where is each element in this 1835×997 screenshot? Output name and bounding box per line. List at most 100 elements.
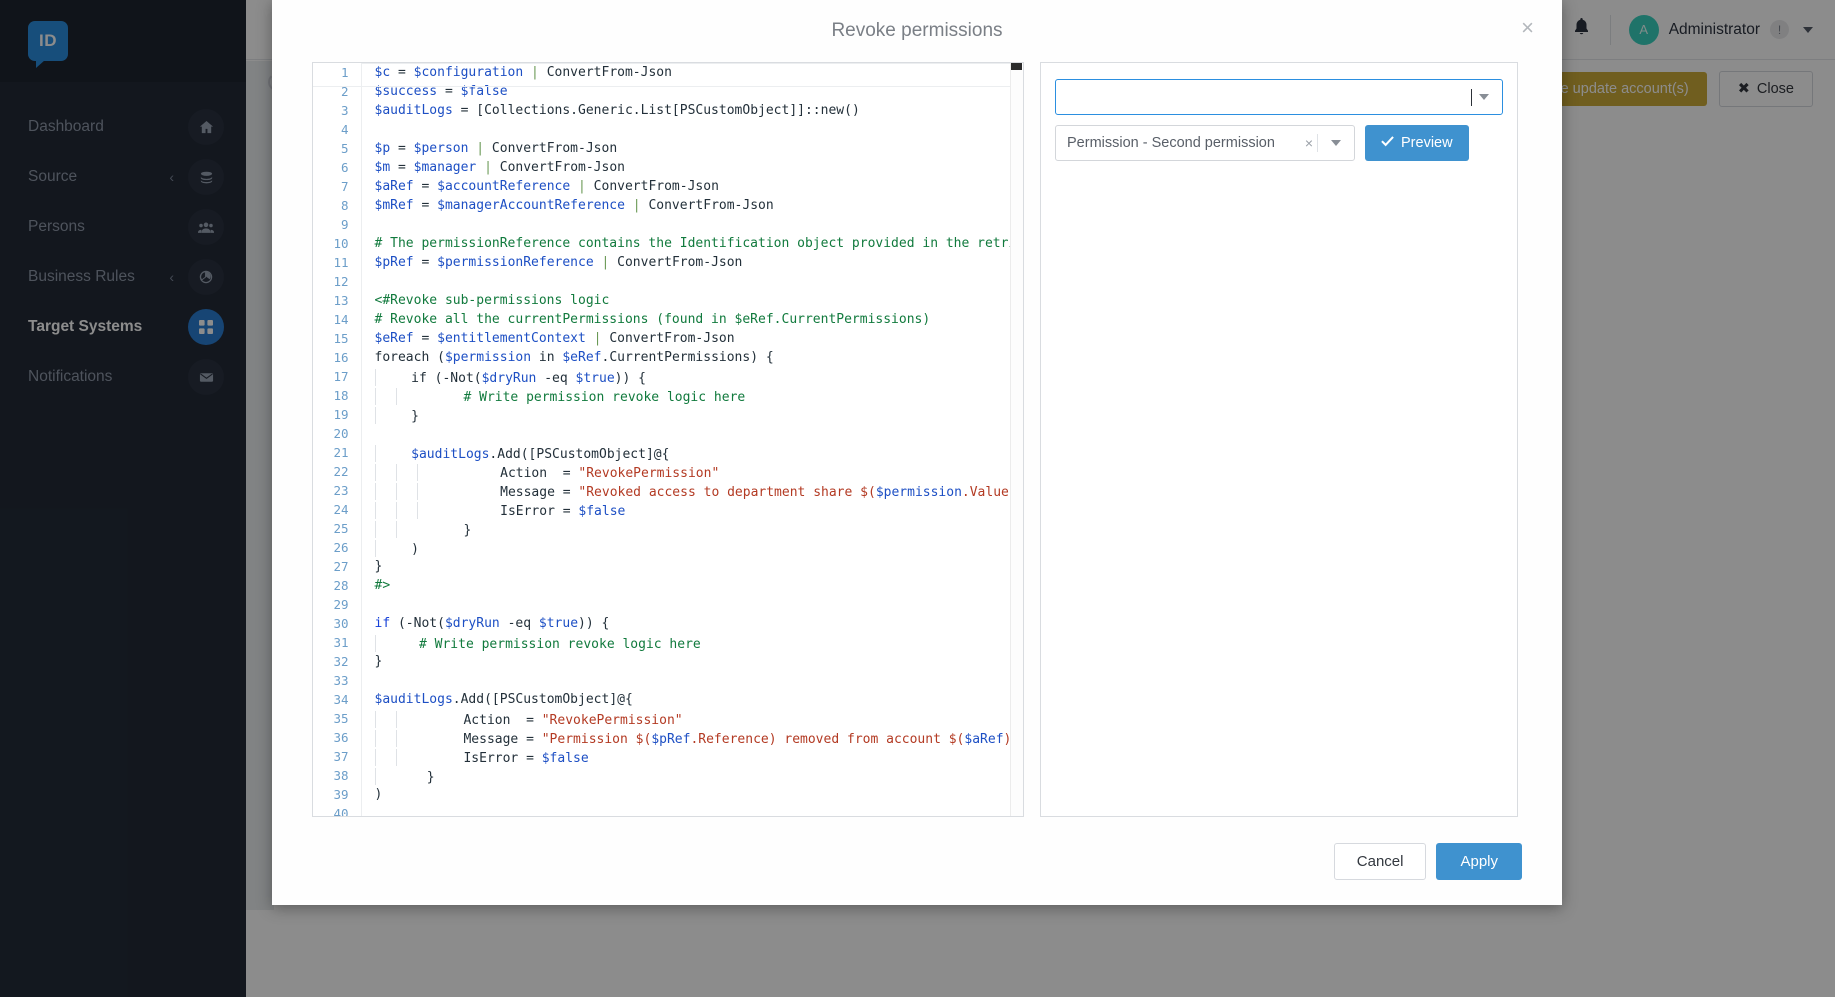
code-text[interactable]: if (-Not($dryRun -eq $true)) { xyxy=(360,614,1023,634)
code-token: $permissionReference xyxy=(437,254,594,270)
line-number: 20 xyxy=(313,424,361,444)
indent-guide xyxy=(374,482,397,500)
editor-scrollbar-thumb[interactable] xyxy=(1011,63,1022,70)
code-text[interactable] xyxy=(360,671,1023,691)
code-text[interactable] xyxy=(360,595,1023,615)
code-text[interactable] xyxy=(360,272,1023,292)
code-text[interactable]: # Write permission revoke logic here xyxy=(360,633,1023,653)
code-text[interactable]: $mRef = $managerAccountReference | Conve… xyxy=(360,196,1023,216)
line-number: 29 xyxy=(313,595,361,615)
code-token: Message = xyxy=(437,484,579,500)
code-text[interactable]: <#Revoke sub-permissions logic xyxy=(360,291,1023,311)
code-text[interactable]: ) xyxy=(360,785,1023,805)
modal-footer: Cancel Apply xyxy=(272,817,1562,905)
code-text[interactable]: # Write permission revoke logic here xyxy=(360,386,1023,406)
search-select[interactable] xyxy=(1055,79,1503,115)
clear-icon[interactable]: × xyxy=(1305,135,1313,151)
code-token: if (-Not( xyxy=(395,370,482,386)
code-text[interactable]: $c = $configuration | ConvertFrom-Json xyxy=(360,63,1023,83)
code-line: 39) xyxy=(313,785,1023,805)
code-line: 11 $pRef = $permissionReference | Convert… xyxy=(313,253,1023,273)
code-text[interactable]: Action = "RevokePermission" xyxy=(360,709,1023,729)
code-line: 29 xyxy=(313,595,1023,615)
code-token: $accountReference xyxy=(437,178,571,194)
code-text[interactable]: # The permissionReference contains the I… xyxy=(360,234,1023,254)
code-text[interactable]: $m = $manager | ConvertFrom-Json xyxy=(360,158,1023,178)
code-text[interactable]: ) xyxy=(360,538,1023,558)
permission-selection-panel: Permission - Second permission × Preview xyxy=(1040,62,1518,817)
code-line: 24 IsError = $false xyxy=(313,500,1023,520)
close-icon[interactable]: × xyxy=(1515,16,1540,40)
code-text[interactable]: $aRef = $accountReference | ConvertFrom-… xyxy=(360,177,1023,197)
indent-guide xyxy=(395,463,418,481)
code-text[interactable]: # Revoke all the currentPermissions (fou… xyxy=(360,310,1023,330)
code-token: $false xyxy=(578,503,626,519)
code-text[interactable]: } xyxy=(360,766,1023,786)
powershell-code-editor[interactable]: 1 $c = $configuration | ConvertFrom-Json 2… xyxy=(312,62,1024,817)
code-text[interactable]: if (-Not($dryRun -eq $true)) { xyxy=(360,367,1023,387)
editor-vertical-scrollbar[interactable] xyxy=(1010,63,1023,816)
code-token: $managerAccountReference xyxy=(437,197,625,213)
code-line: 33 xyxy=(313,671,1023,691)
code-text[interactable]: } xyxy=(360,557,1023,577)
code-text[interactable]: } xyxy=(360,652,1023,672)
code-text[interactable]: IsError = $false xyxy=(360,500,1023,520)
indent-guide xyxy=(416,482,439,500)
code-line: 15 $eRef = $entitlementContext | ConvertF… xyxy=(313,329,1023,349)
code-text[interactable]: Message = "Revoked access to department … xyxy=(360,481,1023,501)
preview-button[interactable]: Preview xyxy=(1365,125,1469,161)
code-text[interactable]: } xyxy=(360,519,1023,539)
code-token: $false xyxy=(541,750,589,766)
code-text[interactable]: Action = "RevokePermission" xyxy=(360,462,1023,482)
indent-guide xyxy=(374,463,397,481)
code-text[interactable] xyxy=(360,424,1023,444)
code-line: 30 if (-Not($dryRun -eq $true)) { xyxy=(313,614,1023,634)
revoke-permissions-modal: Revoke permissions × 1 $c = $configuratio… xyxy=(272,0,1562,905)
code-line: 38 } xyxy=(313,766,1023,786)
code-text[interactable] xyxy=(360,215,1023,235)
code-token: $pRef xyxy=(374,254,414,270)
code-token: $aRef xyxy=(964,731,1004,747)
code-text[interactable]: $auditLogs = [Collections.Generic.List[P… xyxy=(360,101,1023,121)
code-text[interactable]: #> xyxy=(360,576,1023,596)
code-token: | xyxy=(578,178,586,194)
code-token: in xyxy=(531,349,563,365)
line-number: 1 xyxy=(313,63,361,83)
cancel-button[interactable]: Cancel xyxy=(1333,842,1427,880)
editor-active-line-border xyxy=(313,86,1011,87)
code-text[interactable] xyxy=(360,804,1023,816)
code-token: $dryRun xyxy=(481,370,537,386)
code-line: 20 xyxy=(313,424,1023,444)
code-line: 9 xyxy=(313,215,1023,235)
code-text[interactable]: $eRef = $entitlementContext | ConvertFro… xyxy=(360,329,1023,349)
code-text[interactable]: IsError = $false xyxy=(360,747,1023,767)
code-line: 34 $auditLogs.Add([PSCustomObject]@{ xyxy=(313,690,1023,710)
code-line: 19 } xyxy=(313,405,1023,425)
code-text[interactable]: foreach ($permission in $eRef.CurrentPer… xyxy=(360,348,1023,368)
code-token: ConvertFrom-Json xyxy=(601,330,735,346)
line-number: 17 xyxy=(313,367,361,387)
code-text[interactable]: $auditLogs.Add([PSCustomObject]@{ xyxy=(360,443,1023,463)
code-text[interactable]: Message = "Permission $($pRef.Reference)… xyxy=(360,728,1023,748)
code-token: $pRef xyxy=(651,731,691,747)
apply-button[interactable]: Apply xyxy=(1436,842,1522,880)
permission-select[interactable]: Permission - Second permission × xyxy=(1055,125,1355,161)
code-text[interactable] xyxy=(360,120,1023,140)
code-token: = xyxy=(413,254,438,270)
indent-guide xyxy=(374,539,397,557)
code-token: .CurrentPermissions) { xyxy=(601,349,774,365)
indent-guide xyxy=(395,710,418,728)
code-text[interactable]: $p = $person | ConvertFrom-Json xyxy=(360,139,1023,159)
code-token: IsError = xyxy=(416,750,542,766)
permission-select-value: Permission - Second permission xyxy=(1067,135,1275,151)
code-line: 7 $aRef = $accountReference | ConvertFrom… xyxy=(313,177,1023,197)
editor-scroll-area[interactable]: 1 $c = $configuration | ConvertFrom-Json 2… xyxy=(313,63,1023,816)
code-text[interactable]: } xyxy=(360,405,1023,425)
code-token: $aRef xyxy=(374,178,414,194)
chevron-down-icon[interactable] xyxy=(1331,140,1341,146)
chevron-down-icon[interactable] xyxy=(1479,94,1489,100)
code-text[interactable]: $pRef = $permissionReference | ConvertFr… xyxy=(360,253,1023,273)
code-line: 31 # Write permission revoke logic here xyxy=(313,633,1023,653)
code-text[interactable]: $auditLogs.Add([PSCustomObject]@{ xyxy=(360,690,1023,710)
